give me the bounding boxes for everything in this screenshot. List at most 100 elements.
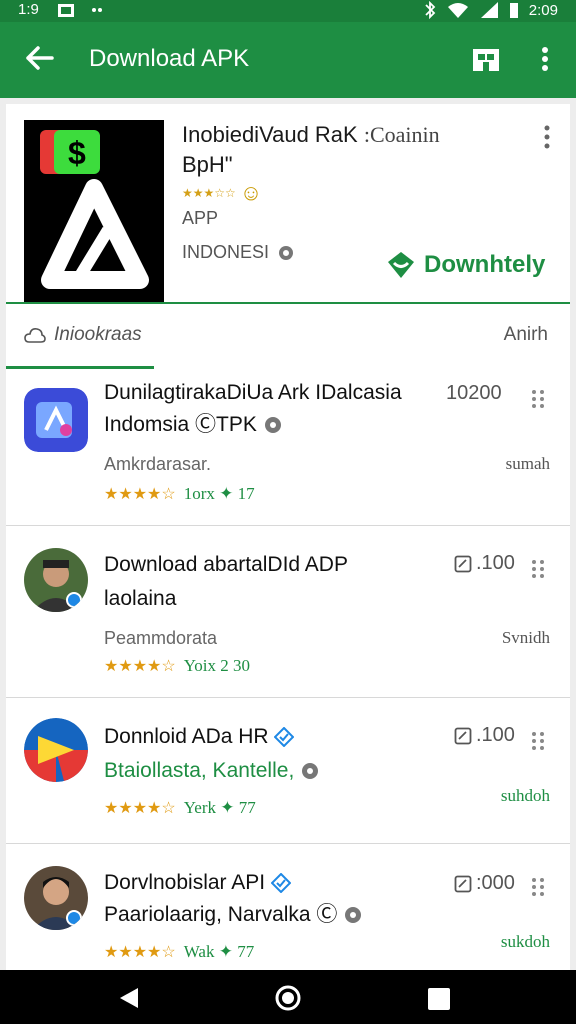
list-item[interactable]: Dorvlnobislar API Paariolaarig, Narvalka… xyxy=(6,844,570,970)
svg-text:$: $ xyxy=(68,135,86,171)
download-shield-icon xyxy=(388,252,414,278)
calendar-icon xyxy=(454,727,472,744)
featured-app-image: $ xyxy=(24,120,164,302)
system-nav-bar xyxy=(0,970,576,1024)
featured-title-line2: BpH" xyxy=(182,152,233,177)
smile-icon: ☺ xyxy=(239,180,263,205)
app-subtitle: Indomsia ⒸTPK xyxy=(104,410,283,440)
row-menu-icon[interactable] xyxy=(530,876,546,898)
avatar xyxy=(24,866,88,930)
back-arrow-icon[interactable] xyxy=(22,40,58,76)
app-rating: ★★★★☆ Yerk ✦ 77 xyxy=(104,798,256,818)
download-count-value: :000 xyxy=(476,872,515,894)
app-rating: ★★★★☆ Yoix 2 30 xyxy=(104,656,250,676)
featured-category: APP xyxy=(182,208,219,228)
tab-right[interactable]: Anirh xyxy=(504,324,548,346)
tab-indicator xyxy=(6,366,154,369)
row-menu-icon[interactable] xyxy=(530,558,546,580)
app-rating: ★★★★☆ Wak ✦ 77 xyxy=(104,942,254,962)
notification-icon xyxy=(58,4,102,17)
app-rating: ★★★★☆ 1orx ✦ 17 xyxy=(104,484,255,504)
notification-icons xyxy=(58,1,118,23)
featured-download-button[interactable]: Downhtely xyxy=(386,250,545,280)
badge-icon xyxy=(264,417,281,434)
more-vert-icon[interactable] xyxy=(533,44,557,74)
app-subtitle-text: Btaiollasta, Kantelle, xyxy=(104,759,295,782)
featured-country: INDONESI xyxy=(182,242,270,262)
featured-app-card[interactable]: $ InobiediVaud RaK :Coainin BpH" ★★★☆☆ ☺… xyxy=(6,104,570,370)
app-subtitle: laolaina xyxy=(104,587,177,610)
nav-back-icon[interactable] xyxy=(118,986,140,1010)
play-style-app-icon xyxy=(24,718,88,782)
download-count: .100 xyxy=(454,552,515,575)
battery-icon xyxy=(509,3,518,18)
nav-recents-icon[interactable] xyxy=(428,988,450,1010)
calendar-icon xyxy=(454,555,472,572)
status-right: 2:09 xyxy=(423,1,558,19)
app-logo-icon: $ xyxy=(40,130,149,289)
tab-left[interactable]: Iniookraas xyxy=(24,324,142,346)
row-action[interactable]: sukdoh xyxy=(501,932,550,952)
star-rating-icon: ★★★★☆ xyxy=(104,658,176,675)
page-title: Download APK xyxy=(89,45,250,72)
list-item[interactable]: Download abartalDId ADP laolaina Peammdo… xyxy=(6,526,570,698)
verified-diamond-icon xyxy=(270,873,291,894)
cloud-icon xyxy=(24,328,46,343)
app-title: Dorvlnobislar API xyxy=(104,868,291,898)
app-title-text: Donnloid ADa HR xyxy=(104,725,269,748)
star-rating-icon: ★★★★☆ xyxy=(104,800,176,817)
app-subtitle: Paariolaarig, Narvalka Ⓒ xyxy=(104,900,363,930)
status-clock: 2:09 xyxy=(528,1,558,19)
featured-title-suffix: :Coainin xyxy=(363,122,440,147)
bluetooth-icon xyxy=(425,1,436,19)
app-title: Download abartalDId ADP xyxy=(104,553,348,576)
app-developer: Peammdorata xyxy=(104,628,218,648)
app-list: DunilagtirakaDiUa Ark IDalcasia Indomsia… xyxy=(6,370,570,970)
app-subtitle: Btaiollasta, Kantelle, xyxy=(104,756,320,786)
download-count: :000 xyxy=(454,872,515,895)
badge-icon xyxy=(302,763,319,780)
rating-meta: Wak ✦ 77 xyxy=(183,942,255,961)
app-title: Donnloid ADa HR xyxy=(104,722,295,752)
featured-app-title: InobiediVaud RaK :Coainin BpH" xyxy=(182,120,440,180)
featured-rating: ★★★☆☆ ☺ xyxy=(182,180,262,206)
row-action[interactable]: sumah xyxy=(506,454,550,474)
download-count-value: .100 xyxy=(476,724,515,746)
dictionary-app-icon xyxy=(24,388,88,452)
list-item[interactable]: Donnloid ADa HR Btaiollasta, Kantelle, ★… xyxy=(6,698,570,844)
download-count-value: .100 xyxy=(476,552,515,574)
app-subtitle-text: Paariolaarig, Narvalka Ⓒ xyxy=(104,903,338,926)
status-time: 1:9 xyxy=(18,1,39,18)
list-item[interactable]: DunilagtirakaDiUa Ark IDalcasia Indomsia… xyxy=(6,370,570,526)
verified-diamond-icon xyxy=(274,727,295,748)
app-subtitle-text: Indomsia ⒸTPK xyxy=(104,413,257,436)
status-bar: 1:9 2:09 xyxy=(0,0,576,22)
star-rating-icon: ★★★☆☆ xyxy=(182,186,236,200)
avatar xyxy=(24,548,88,612)
star-rating-icon: ★★★★☆ xyxy=(104,486,176,503)
row-action[interactable]: Svnidh xyxy=(502,628,550,648)
person-avatar-icon xyxy=(24,548,88,612)
row-menu-icon[interactable] xyxy=(530,388,546,410)
row-menu-icon[interactable] xyxy=(530,730,546,752)
calendar-icon xyxy=(454,875,472,892)
download-count: .100 xyxy=(454,724,515,747)
tab-bar: Iniookraas Anirh xyxy=(6,304,570,370)
app-title: DunilagtirakaDiUa Ark IDalcasia xyxy=(104,381,402,404)
nav-home-icon[interactable] xyxy=(274,984,302,1012)
download-count: 10200 xyxy=(446,382,502,404)
store-icon[interactable] xyxy=(472,46,500,72)
featured-more-icon[interactable] xyxy=(542,124,552,150)
tab-left-label: Iniookraas xyxy=(54,324,142,345)
rating-meta: Yoix 2 30 xyxy=(183,656,251,675)
app-icon xyxy=(24,388,88,452)
badge-icon xyxy=(345,907,362,924)
rating-meta: 1orx ✦ 17 xyxy=(183,484,255,503)
row-action[interactable]: suhdoh xyxy=(501,786,550,806)
star-rating-icon: ★★★★☆ xyxy=(104,944,176,961)
app-icon xyxy=(24,718,88,782)
featured-country-row: INDONESI xyxy=(182,242,295,263)
app-developer: Amkrdarasar. xyxy=(104,454,212,474)
app-title-text: Dorvlnobislar API xyxy=(104,871,266,894)
person-avatar-icon xyxy=(24,866,88,930)
